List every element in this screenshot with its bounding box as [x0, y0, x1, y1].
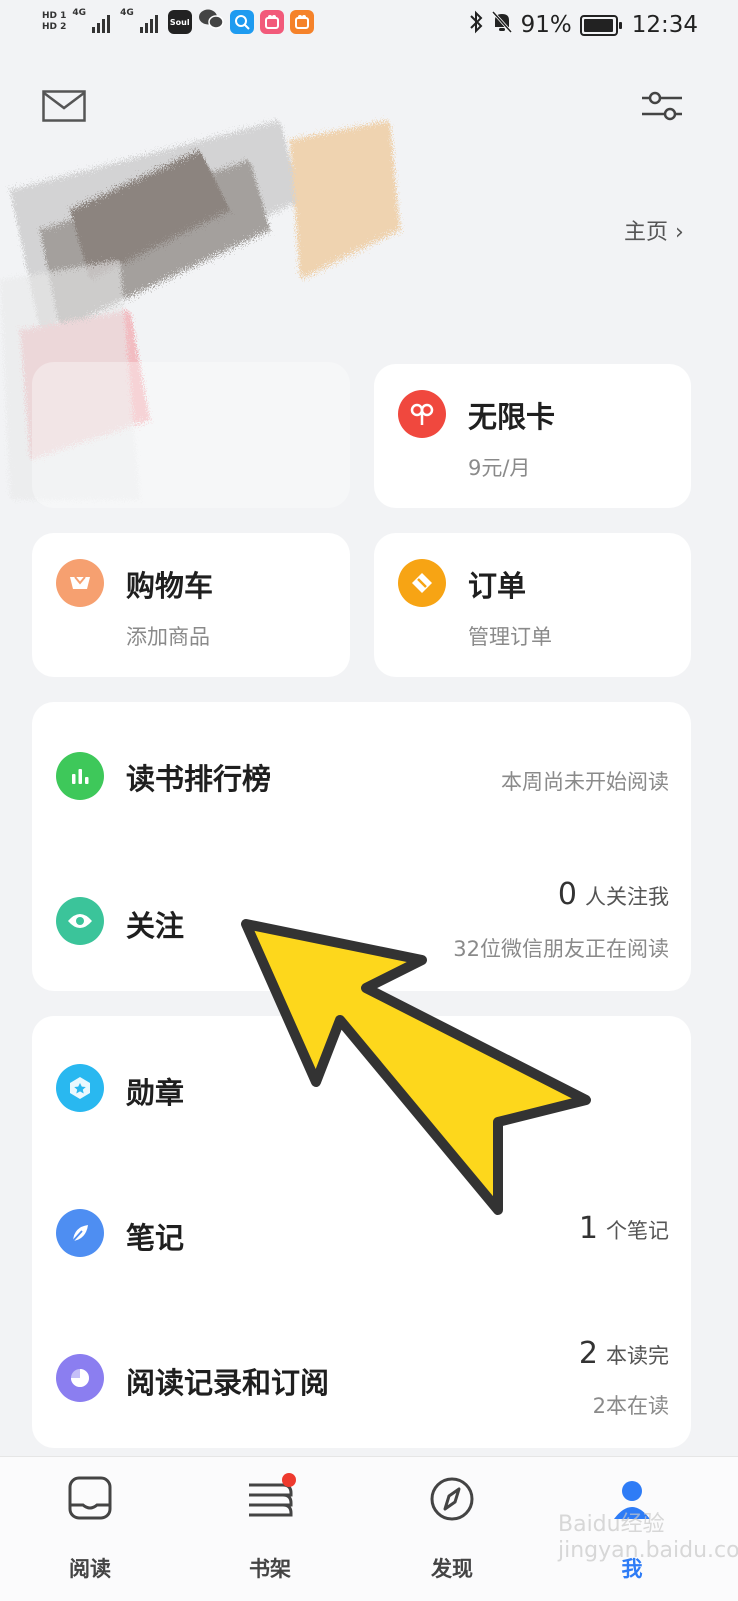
- ranking-title: 读书排行榜: [126, 762, 272, 796]
- tab-bookshelf[interactable]: 书架: [210, 1473, 330, 1581]
- app-icon-orange: [289, 10, 314, 34]
- ranking-status: 本周尚未开始阅读: [501, 770, 669, 794]
- signal1-icon: [92, 11, 111, 33]
- hd1-label: HD 1: [42, 11, 67, 21]
- status-bar: HD 1 HD 2 4G 4G Soul 91% 12:34: [0, 0, 738, 52]
- follow-row[interactable]: 关注 0 人关注我 32位微信朋友正在阅读: [32, 847, 691, 991]
- cart-card[interactable]: 购物车 添加商品: [32, 533, 350, 677]
- medal-icon: [56, 1064, 104, 1112]
- tab-bookshelf-label: 书架: [249, 1557, 291, 1581]
- follow-title: 关注: [126, 909, 185, 943]
- follower-count-label: 人关注我: [585, 885, 669, 909]
- search-app-icon: [229, 10, 254, 34]
- soul-app-icon: Soul: [167, 10, 192, 34]
- ranking-row[interactable]: 读书排行榜 本周尚未开始阅读: [32, 702, 691, 846]
- notes-row[interactable]: 笔记 1 个笔记: [32, 1161, 691, 1305]
- tab-discover-label: 发现: [431, 1557, 473, 1581]
- network1-label: 4G: [72, 8, 87, 18]
- homepage-link[interactable]: 主页 ›: [624, 214, 684, 246]
- notes-title: 笔记: [126, 1221, 185, 1255]
- notes-count-label: 个笔记: [606, 1219, 669, 1243]
- battery-icon: [579, 14, 622, 36]
- chevron-right-icon: ›: [675, 220, 684, 245]
- eye-icon: [56, 897, 104, 945]
- unlimited-card[interactable]: 无限卡 9元/月: [374, 364, 691, 508]
- tab-read[interactable]: 阅读: [30, 1475, 150, 1581]
- orders-card[interactable]: 订单 管理订单: [374, 533, 691, 677]
- currently-reading-text: 2本在读: [592, 1394, 669, 1418]
- compass-icon: [428, 1477, 476, 1527]
- bluetooth-icon: [469, 10, 483, 40]
- wechat-icon: [198, 8, 224, 36]
- unlimited-card-title: 无限卡: [468, 400, 556, 434]
- unread-dot: [282, 1473, 296, 1487]
- bookshelf-icon: [245, 1483, 295, 1525]
- feather-pen-icon: [56, 1209, 104, 1257]
- follower-count-number: 0: [557, 877, 577, 912]
- records-card: 勋章 笔记 1 个笔记 阅读记录和订阅 2 本读完 2本在读: [32, 1016, 691, 1448]
- reading-history-row[interactable]: 阅读记录和订阅 2 本读完 2本在读: [32, 1306, 691, 1448]
- homepage-label: 主页: [624, 220, 669, 245]
- status-right: 91% 12:34: [469, 10, 698, 40]
- notes-count: 1 个笔记: [579, 1211, 669, 1246]
- hd-indicator: HD 1 HD 2: [42, 11, 66, 33]
- pie-clock-icon: [56, 1354, 104, 1402]
- orders-icon: [398, 559, 446, 607]
- finished-count: 2 本读完: [579, 1336, 669, 1371]
- notes-count-number: 1: [578, 1211, 598, 1246]
- tab-read-label: 阅读: [69, 1557, 111, 1581]
- finished-count-label: 本读完: [606, 1344, 669, 1368]
- follower-count: 0 人关注我: [558, 877, 669, 912]
- hidden-card: [32, 362, 350, 508]
- unlimited-card-icon: [398, 390, 446, 438]
- status-left: HD 1 HD 2 4G 4G Soul: [42, 8, 314, 36]
- clock: 12:34: [631, 12, 698, 38]
- finished-count-number: 2: [578, 1336, 598, 1371]
- book-icon: [67, 1476, 113, 1525]
- mail-icon[interactable]: [42, 90, 86, 122]
- app-icon-pink: [259, 10, 284, 34]
- settings-sliders-icon[interactable]: [640, 88, 684, 124]
- bell-muted-icon: [491, 10, 513, 40]
- orders-card-title: 订单: [468, 569, 527, 603]
- orders-card-subtitle: 管理订单: [468, 625, 552, 649]
- badges-title: 勋章: [126, 1076, 185, 1110]
- cart-card-subtitle: 添加商品: [126, 625, 210, 649]
- friends-reading-text: 32位微信朋友正在阅读: [453, 937, 669, 961]
- battery-percent: 91%: [520, 12, 572, 38]
- badges-row[interactable]: 勋章: [32, 1016, 691, 1160]
- tab-discover[interactable]: 发现: [392, 1475, 512, 1581]
- signal2-icon: [139, 11, 158, 33]
- reading-history-title: 阅读记录和订阅: [126, 1366, 330, 1400]
- cart-icon: [56, 559, 104, 607]
- watermark: Baidu经验 jingyan.baidu.com: [558, 1512, 738, 1563]
- social-card: 读书排行榜 本周尚未开始阅读 关注 0 人关注我 32位微信朋友正在阅读: [32, 702, 691, 991]
- network2-label: 4G: [120, 8, 134, 18]
- bar-chart-icon: [56, 752, 104, 800]
- hd2-label: HD 2: [42, 22, 67, 32]
- unlimited-card-price: 9元/月: [468, 456, 531, 480]
- cart-card-title: 购物车: [126, 569, 214, 603]
